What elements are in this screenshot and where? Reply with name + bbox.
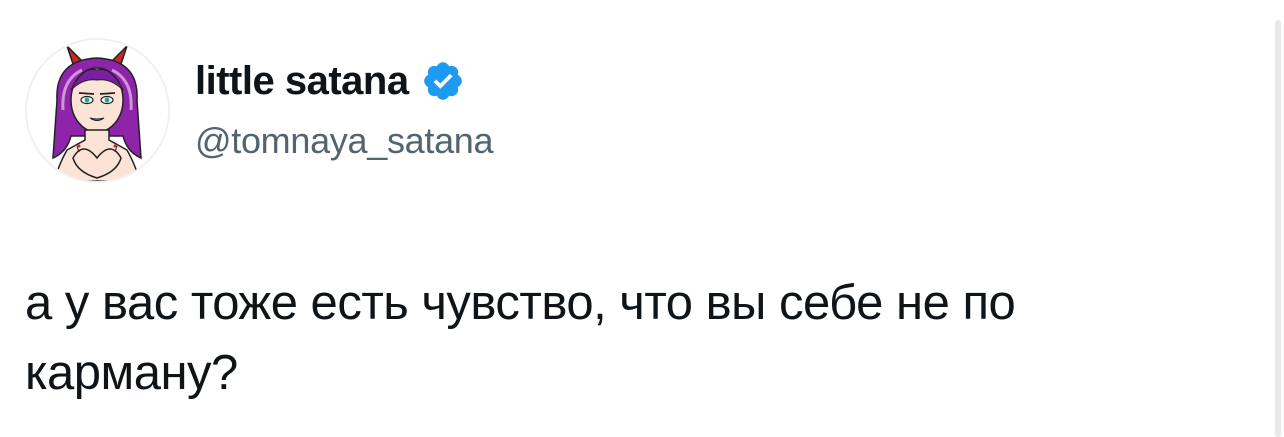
scrollbar[interactable] bbox=[1275, 20, 1281, 437]
user-name-row: little satana bbox=[195, 56, 465, 106]
user-handle[interactable]: @tomnaya_satana bbox=[195, 120, 494, 162]
avatar-illustration bbox=[27, 40, 168, 181]
tweet-card: little satana @tomnaya_satana а у вас то… bbox=[0, 0, 1284, 437]
tweet-text: а у вас тоже есть чувство, что вы себе н… bbox=[25, 276, 1016, 400]
verified-badge-icon bbox=[421, 59, 465, 103]
avatar[interactable] bbox=[25, 38, 170, 183]
display-name[interactable]: little satana bbox=[195, 59, 409, 104]
